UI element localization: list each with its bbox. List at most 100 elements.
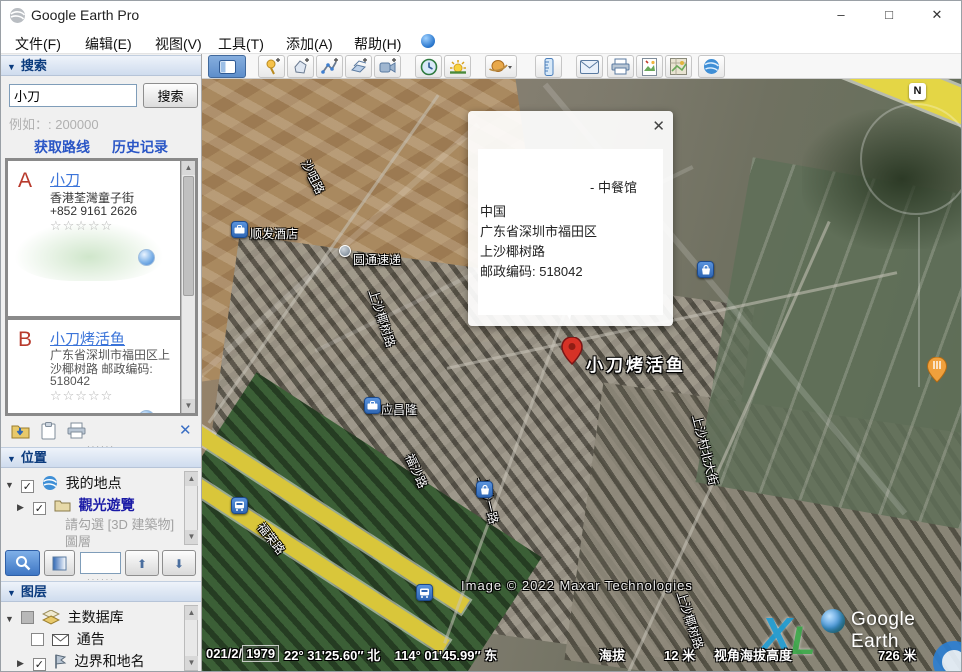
map-toolbar bbox=[202, 54, 962, 79]
restaurant-poi-icon[interactable] bbox=[927, 357, 947, 383]
places-panel-header[interactable]: ▼位置 bbox=[1, 447, 201, 468]
menu-tools[interactable]: 工具(T) bbox=[214, 32, 268, 56]
planets-button[interactable] bbox=[485, 55, 517, 78]
view-in-maps-button[interactable] bbox=[665, 55, 692, 78]
scroll-down-icon[interactable]: ▼ bbox=[185, 656, 198, 670]
sightseeing-label: 觀光遊覽 bbox=[79, 497, 135, 513]
shopping-poi-icon[interactable] bbox=[697, 261, 714, 278]
collapse-icon[interactable]: ▼ bbox=[7, 62, 16, 72]
result-globe-icon[interactable] bbox=[138, 249, 155, 266]
lodging-poi-icon[interactable] bbox=[231, 221, 248, 238]
app-logo-icon bbox=[9, 7, 26, 24]
scroll-up-icon[interactable]: ▲ bbox=[185, 472, 198, 486]
add-path-button[interactable] bbox=[316, 55, 343, 78]
transit-poi-icon[interactable] bbox=[416, 584, 433, 601]
places-overview-button[interactable] bbox=[44, 550, 75, 576]
sightseeing-checkbox[interactable]: ✓ bbox=[33, 502, 46, 515]
lodging-poi-icon[interactable] bbox=[364, 397, 381, 414]
historical-imagery-button[interactable] bbox=[415, 55, 442, 78]
move-up-button[interactable]: ⬆ bbox=[125, 550, 159, 576]
menu-file[interactable]: 文件(F) bbox=[11, 32, 65, 56]
menu-view[interactable]: 视图(V) bbox=[151, 32, 206, 56]
transit-poi-icon[interactable] bbox=[231, 497, 248, 514]
balloon-close-icon[interactable]: ✕ bbox=[652, 117, 665, 135]
copy-icon[interactable] bbox=[41, 422, 56, 440]
move-down-button[interactable]: ⬇ bbox=[162, 550, 196, 576]
get-directions-link[interactable]: 获取路线 bbox=[34, 139, 90, 155]
placemark-pin-icon[interactable] bbox=[561, 337, 583, 365]
tree-row-my-places[interactable]: ▼ ✓ 我的地点 bbox=[5, 473, 122, 493]
imagery-date-box: 1979 bbox=[242, 645, 279, 662]
scroll-down-icon[interactable]: ▼ bbox=[185, 530, 198, 544]
scroll-thumb[interactable] bbox=[183, 176, 194, 296]
result-title-link[interactable]: 小刀 bbox=[50, 169, 80, 190]
zoom-slider[interactable] bbox=[918, 217, 920, 387]
search-result-b[interactable]: B 小刀烤活鱼 广东省深圳市福田区上 沙椰树路 邮政编码: 518042 ☆☆☆… bbox=[8, 320, 180, 416]
shopping-poi-icon[interactable] bbox=[476, 481, 493, 498]
search-result-a[interactable]: A 小刀 香港荃灣童子街 +852 9161 2626 ☆☆☆☆☆ bbox=[8, 161, 180, 316]
add-polygon-button[interactable] bbox=[287, 55, 314, 78]
result-letter: A bbox=[18, 169, 32, 193]
poi-label: 圆通速递 bbox=[353, 251, 401, 268]
search-button[interactable]: 搜索 bbox=[143, 83, 198, 108]
window-title: Google Earth Pro bbox=[31, 7, 139, 23]
menu-help[interactable]: 帮助(H) bbox=[350, 32, 405, 56]
layers-panel-title: 图层 bbox=[21, 584, 47, 599]
maximize-icon[interactable]: □ bbox=[867, 1, 911, 29]
search-input[interactable] bbox=[9, 84, 137, 107]
collapse-icon[interactable]: ▼ bbox=[5, 614, 17, 624]
scroll-down-icon[interactable]: ▼ bbox=[182, 399, 195, 413]
navigation-ring[interactable] bbox=[860, 103, 962, 215]
menu-bar: 文件(F) 编辑(E) 视图(V) 工具(T) 添加(A) 帮助(H) bbox=[1, 29, 962, 54]
poi-label: 顺发酒店 bbox=[250, 225, 298, 242]
compass-north-indicator[interactable]: N bbox=[909, 83, 926, 100]
clear-results-icon[interactable]: ✕ bbox=[179, 421, 192, 439]
places-search-button[interactable] bbox=[5, 550, 40, 576]
layers-panel-header[interactable]: ▼ 图层 bbox=[1, 581, 201, 602]
tree-row-announcements[interactable]: 通告 bbox=[31, 629, 105, 649]
collapse-icon[interactable]: ▼ bbox=[7, 588, 16, 598]
collapse-icon[interactable]: ▼ bbox=[7, 454, 16, 464]
search-panel-header[interactable]: ▼搜索 bbox=[1, 55, 201, 76]
earth-globe-button[interactable] bbox=[698, 55, 725, 78]
scroll-up-icon[interactable]: ▲ bbox=[185, 606, 198, 620]
sunlight-button[interactable] bbox=[444, 55, 471, 78]
result-phone: +852 9161 2626 bbox=[50, 204, 137, 218]
primary-db-checkbox[interactable] bbox=[21, 611, 34, 624]
menu-edit[interactable]: 编辑(E) bbox=[81, 32, 136, 56]
results-action-bar: ✕ bbox=[1, 420, 201, 444]
primary-db-label: 主数据库 bbox=[68, 609, 124, 625]
map-viewport[interactable]: 顺发酒店 圆通速递 应昌隆 沙咀路 上沙椰树路 福沙路 上沙一路 上沙村北大街 … bbox=[202, 79, 962, 672]
result-globe-icon[interactable] bbox=[138, 410, 155, 416]
ruler-button[interactable] bbox=[535, 55, 562, 78]
close-window-icon[interactable]: ✕ bbox=[915, 1, 959, 29]
save-to-places-icon[interactable] bbox=[11, 422, 30, 439]
places-scrollbar[interactable]: ▲ ▼ bbox=[184, 471, 198, 545]
save-image-button[interactable] bbox=[636, 55, 663, 78]
dot-poi-icon[interactable] bbox=[339, 245, 351, 257]
result-rating: ☆☆☆☆☆ bbox=[50, 218, 113, 234]
sidebar-toggle-button[interactable] bbox=[208, 55, 246, 78]
results-scrollbar[interactable]: ▲ ▼ bbox=[181, 161, 195, 413]
tree-row-primary-db[interactable]: ▼ 主数据库 bbox=[5, 607, 124, 627]
places-fly-speed-input[interactable] bbox=[80, 552, 121, 574]
menu-add[interactable]: 添加(A) bbox=[282, 32, 337, 56]
print-button[interactable] bbox=[607, 55, 634, 78]
layers-scrollbar[interactable]: ▲ ▼ bbox=[184, 605, 198, 671]
announcements-checkbox[interactable] bbox=[31, 633, 44, 646]
scroll-up-icon[interactable]: ▲ bbox=[182, 161, 195, 175]
history-link[interactable]: 历史记录 bbox=[112, 139, 168, 155]
expand-icon[interactable]: ▶ bbox=[17, 658, 29, 669]
minimize-icon[interactable]: – bbox=[819, 1, 863, 29]
add-image-overlay-button[interactable] bbox=[345, 55, 372, 78]
collapse-icon[interactable]: ▼ bbox=[5, 480, 17, 490]
borders-checkbox[interactable]: ✓ bbox=[33, 658, 46, 671]
print-icon[interactable] bbox=[67, 422, 86, 439]
record-tour-button[interactable] bbox=[374, 55, 401, 78]
add-placemark-button[interactable] bbox=[258, 55, 285, 78]
expand-icon[interactable]: ▶ bbox=[17, 502, 29, 513]
email-button[interactable] bbox=[576, 55, 603, 78]
tree-row-sightseeing[interactable]: ▶ ✓ 觀光遊覽 bbox=[17, 495, 135, 515]
my-places-checkbox[interactable]: ✓ bbox=[21, 480, 34, 493]
tree-row-borders[interactable]: ▶ ✓ 边界和地名 bbox=[17, 651, 145, 671]
